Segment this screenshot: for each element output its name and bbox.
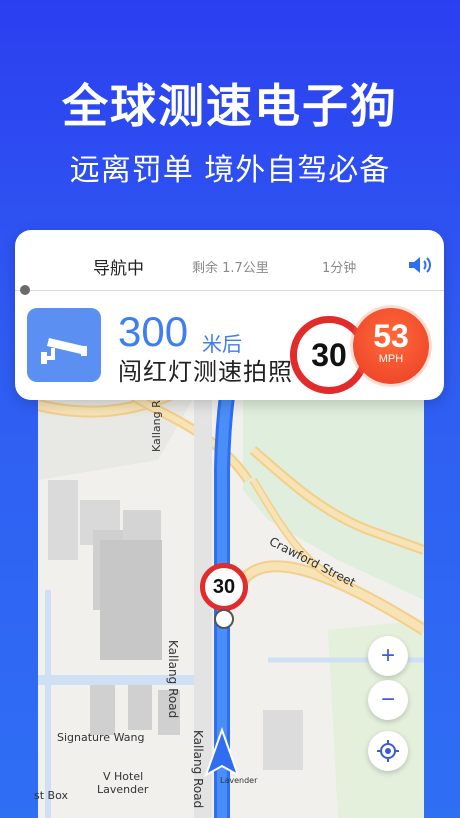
route-progress-dot xyxy=(20,285,30,295)
speed-camera-icon xyxy=(41,338,87,364)
zoom-out-button[interactable]: − xyxy=(368,680,408,720)
zoom-in-button[interactable]: + xyxy=(368,636,408,676)
street-label-kallang-bottom: Kallang Road xyxy=(191,730,205,809)
route-progress-line xyxy=(15,290,444,291)
promo-headline: 全球测速电子狗 xyxy=(62,79,398,133)
poi-lavender-station: Lavender xyxy=(220,776,258,785)
current-speed-badge: 53 MPH xyxy=(353,308,429,384)
street-label-kallang-mid: Kallang Road xyxy=(166,640,180,719)
navigation-card: 导航中 剩余 1.7公里 1分钟 300 米后 闯红灯测速拍照 30 53 MP… xyxy=(15,230,444,400)
speed-camera-tile xyxy=(27,308,101,382)
remaining-distance: 剩余 1.7公里 xyxy=(192,261,269,276)
current-speed-unit: MPH xyxy=(378,353,404,365)
nav-status-label: 导航中 xyxy=(93,259,144,279)
volume-icon[interactable] xyxy=(407,254,435,276)
poi-st-box: st Box xyxy=(34,789,68,802)
camera-pin-icon[interactable] xyxy=(214,609,234,629)
locate-button[interactable] xyxy=(368,731,408,771)
map-speed-limit-sign: 30 xyxy=(200,563,248,611)
poi-v-hotel: V Hotel xyxy=(103,770,144,783)
eta-time: 1分钟 xyxy=(322,261,357,276)
current-speed-value: 53 xyxy=(373,318,409,354)
alert-description: 闯红灯测速拍照 xyxy=(118,358,293,386)
poi-lavender: Lavender xyxy=(97,783,149,796)
poi-signature-wang: Signature Wang xyxy=(57,731,145,744)
locate-icon xyxy=(377,740,399,762)
promo-subline: 远离罚单 境外自驾必备 xyxy=(69,153,391,188)
alert-distance-value: 300 xyxy=(118,308,189,355)
navigation-status-bar: 导航中 剩余 1.7公里 1分钟 xyxy=(15,230,444,292)
